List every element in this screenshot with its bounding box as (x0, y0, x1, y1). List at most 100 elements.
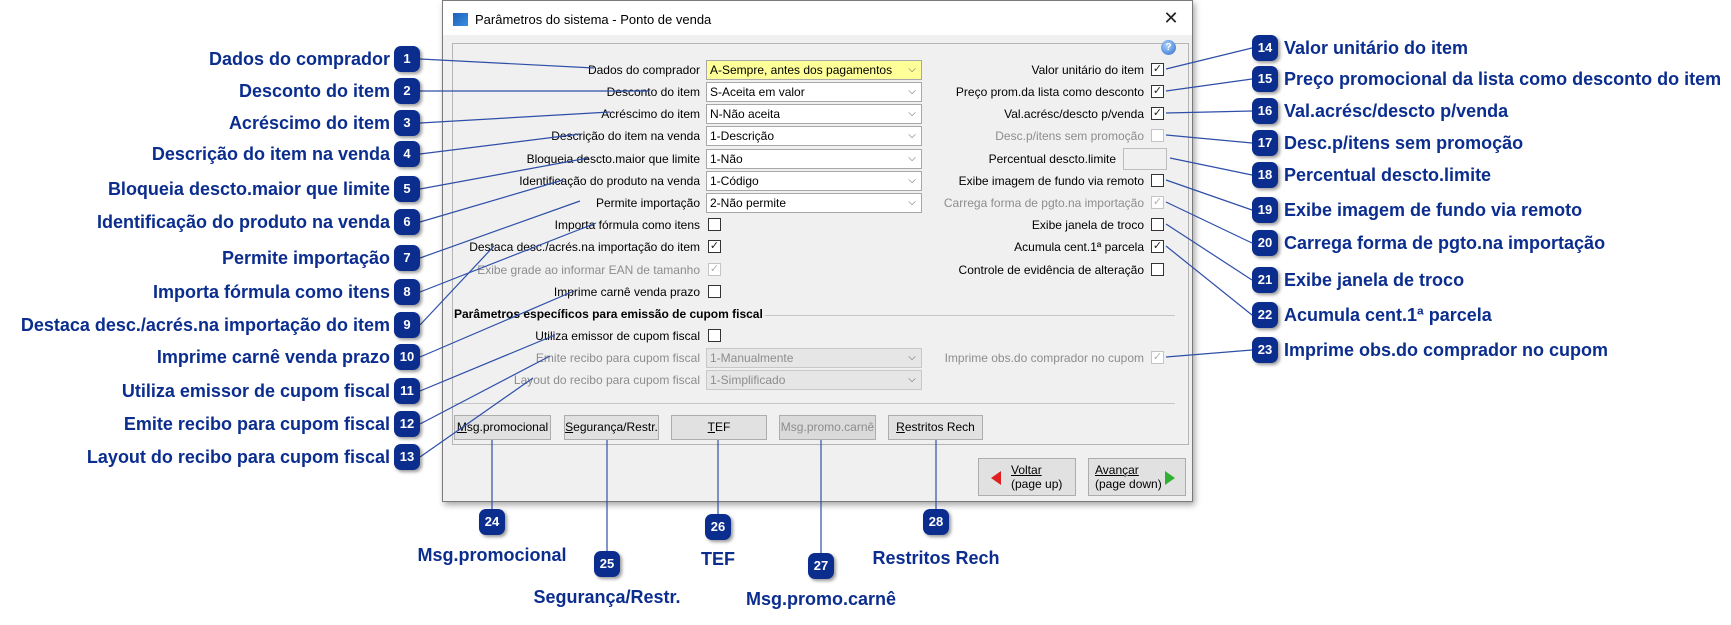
label-identificac-a-o-do-produto-na-venda: Identificação do produto na venda (519, 174, 700, 188)
callout-label-10: Imprime carnê venda prazo (156, 347, 390, 367)
label-dados-do-comprador: Dados do comprador (587, 63, 700, 77)
callout-label-11: Utiliza emissor de cupom fiscal (121, 381, 390, 401)
callout-label-27: Msg.promo.carnê (745, 589, 897, 609)
callout-badge-28: 28 (923, 509, 949, 535)
checkbox-imprime-carne-venda-prazo[interactable] (708, 285, 721, 298)
checkbox-utiliza-emissor-de-cupom-fiscal[interactable] (708, 329, 721, 342)
app-icon (453, 13, 468, 26)
next-label: Avançar (1095, 463, 1139, 477)
label-val-acre-sc-descto-p-venda: Val.acrésc/descto p/venda (1004, 107, 1144, 121)
callout-badge-4: 4 (394, 141, 420, 167)
close-button[interactable]: ✕ (1160, 7, 1182, 29)
chevron-down-icon[interactable]: ⌵ (903, 127, 921, 145)
chevron-down-icon[interactable]: ⌵ (903, 105, 921, 123)
label-desconto-do-item: Desconto do item (606, 85, 700, 99)
callout-badge-19: 19 (1252, 197, 1278, 223)
callout-label-6: Identificação do produto na venda (96, 212, 390, 232)
back-shortcut: (page up) (1011, 477, 1063, 491)
label-emite-recibo-para-cupom-fiscal: Emite recibo para cupom fiscal (535, 351, 700, 365)
button-seguranc-a-restr[interactable]: Segurança/Restr. (564, 415, 659, 440)
checkbox-exibe-imagem-de-fundo-via-remoto[interactable] (1151, 174, 1164, 187)
label-exibe-grade-ao-informar-ean-de-tamanho: Exibe grade ao informar EAN de tamanho (477, 263, 700, 277)
checkbox-desc-p-itens-sem-promoc-a-o (1151, 129, 1164, 142)
arrow-right-icon (1165, 471, 1175, 485)
callout-badge-21: 21 (1252, 267, 1278, 293)
callout-badge-14: 14 (1252, 35, 1278, 61)
callout-label-21: Exibe janela de troco (1284, 270, 1465, 290)
callout-label-8: Importa fórmula como itens (152, 282, 390, 302)
button-msg-promocional[interactable]: Msg.promocional (454, 415, 551, 440)
checkbox-val-acre-sc-descto-p-venda[interactable]: ✓ (1151, 107, 1164, 120)
select-value: 1-Não (710, 152, 743, 166)
chevron-down-icon[interactable]: ⌵ (903, 172, 921, 190)
label-carrega-forma-de-pgto-na-importac-a-o: Carrega forma de pgto.na importação (943, 196, 1144, 210)
checkbox-controle-de-evide-ncia-de-alterac-a-o[interactable] (1151, 263, 1164, 276)
label-importa-fo-rmula-como-itens: Importa fórmula como itens (554, 218, 700, 232)
checkbox-destaca-desc-acre-s-na-importac-a-o-do-item[interactable]: ✓ (708, 240, 721, 253)
select-value: S-Aceita em valor (710, 85, 805, 99)
select-desconto-do-item[interactable]: S-Aceita em valor ⌵ (706, 82, 922, 102)
callout-label-14: Valor unitário do item (1284, 38, 1469, 58)
select-permite-importac-a-o[interactable]: 2-Não permite ⌵ (706, 193, 922, 213)
help-icon[interactable]: ? (1161, 40, 1176, 55)
callout-label-1: Dados do comprador (208, 49, 390, 69)
label-layout-do-recibo-para-cupom-fiscal: Layout do recibo para cupom fiscal (513, 373, 700, 387)
select-value: 1-Simplificado (710, 373, 786, 387)
callout-badge-20: 20 (1252, 230, 1278, 256)
callout-label-20: Carrega forma de pgto.na importação (1284, 233, 1606, 253)
label-bloqueia-descto-maior-que-limite: Bloqueia descto.maior que limite (526, 152, 700, 166)
callout-label-3: Acréscimo do item (228, 113, 390, 133)
label-desc-p-itens-sem-promoc-a-o: Desc.p/itens sem promoção (995, 129, 1144, 143)
checkbox-acumula-cent-1-parcela[interactable]: ✓ (1151, 240, 1164, 253)
callout-label-28: Restritos Rech (872, 548, 1000, 568)
select-bloqueia-descto-maior-que-limite[interactable]: 1-Não ⌵ (706, 149, 922, 169)
chevron-down-icon[interactable]: ⌵ (903, 194, 921, 212)
button-tef[interactable]: TEF (671, 415, 767, 440)
title-bar: Parâmetros do sistema - Ponto de venda ✕ (443, 1, 1192, 35)
select-value: 1-Código (710, 174, 759, 188)
select-value: N-Não aceita (710, 107, 781, 121)
input-percentual-descto-limite[interactable] (1123, 148, 1167, 170)
label-acre-scimo-do-item: Acréscimo do item (601, 107, 700, 121)
callout-label-19: Exibe imagem de fundo via remoto (1284, 200, 1583, 220)
select-layout-do-recibo-para-cupom-fiscal: 1-Simplificado ⌵ (706, 370, 922, 390)
checkbox-exibe-janela-de-troco[interactable] (1151, 218, 1164, 231)
callout-label-23: Imprime obs.do comprador no cupom (1284, 340, 1609, 360)
checkbox-carrega-forma-de-pgto-na-importac-a-o: ✓ (1151, 196, 1164, 209)
select-descric-a-o-do-item-na-venda[interactable]: 1-Descrição ⌵ (706, 126, 922, 146)
callout-label-18: Percentual descto.limite (1284, 165, 1492, 185)
label-valor-unita-rio-do-item: Valor unitário do item (1031, 63, 1145, 77)
callout-badge-2: 2 (394, 78, 420, 104)
callout-label-4: Descrição do item na venda (151, 144, 390, 164)
callout-badge-5: 5 (394, 176, 420, 202)
select-dados-do-comprador[interactable]: A-Sempre, antes dos pagamentos ⌵ (706, 60, 922, 80)
callout-badge-8: 8 (394, 279, 420, 305)
callout-label-17: Desc.p/itens sem promoção (1284, 133, 1524, 153)
select-identificac-a-o-do-produto-na-venda[interactable]: 1-Código ⌵ (706, 171, 922, 191)
chevron-down-icon: ⌵ (908, 374, 916, 385)
callout-badge-18: 18 (1252, 162, 1278, 188)
back-button[interactable]: Voltar (page up) (978, 458, 1076, 496)
checkbox-importa-fo-rmula-como-itens[interactable] (708, 218, 721, 231)
section-title-fiscal: Parâmetros específicos para emissão de c… (454, 307, 765, 321)
select-acre-scimo-do-item[interactable]: N-Não aceita ⌵ (706, 104, 922, 124)
button-msg-promo-carne: Msg.promo.carnê (779, 415, 876, 440)
callout-label-16: Val.acrésc/descto p/venda (1284, 101, 1509, 121)
chevron-down-icon: ⌵ (908, 352, 916, 363)
chevron-down-icon[interactable]: ⌵ (903, 61, 921, 79)
label-acumula-cent-1-parcela: Acumula cent.1ª parcela (1014, 240, 1144, 254)
callout-label-5: Bloqueia descto.maior que limite (107, 179, 390, 199)
select-value: 1-Descrição (710, 129, 775, 143)
chevron-down-icon[interactable]: ⌵ (903, 83, 921, 101)
chevron-down-icon[interactable]: ⌵ (903, 150, 921, 168)
next-shortcut: (page down) (1095, 477, 1162, 491)
arrow-left-icon (991, 471, 1001, 485)
button-restritos-rech[interactable]: Restritos Rech (888, 415, 983, 440)
system-parameters-dialog: Parâmetros do sistema - Ponto de venda ✕… (442, 0, 1193, 502)
callout-label-12: Emite recibo para cupom fiscal (123, 414, 390, 434)
label-percentual-descto-limite: Percentual descto.limite (988, 152, 1116, 166)
callout-badge-15: 15 (1252, 66, 1278, 92)
next-button[interactable]: Avançar (page down) (1088, 458, 1186, 496)
checkbox-prec-o-prom-da-lista-como-desconto[interactable]: ✓ (1151, 85, 1164, 98)
checkbox-valor-unita-rio-do-item[interactable]: ✓ (1151, 63, 1164, 76)
